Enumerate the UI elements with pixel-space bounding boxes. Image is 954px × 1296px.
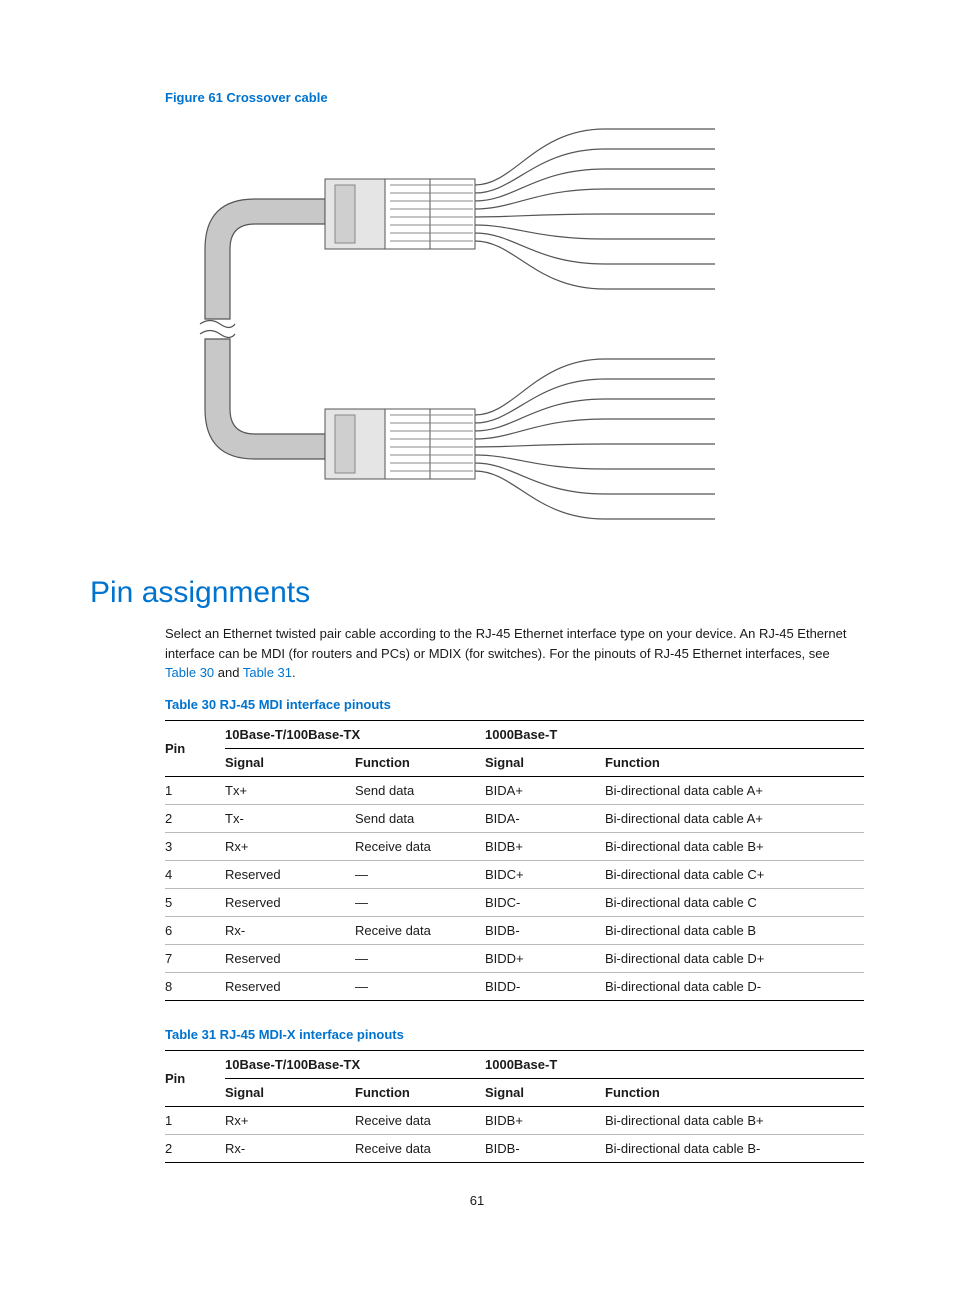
table-row: 2Tx-Send dataBIDA-Bi-directional data ca… xyxy=(165,804,864,832)
cell-sigB: BIDC+ xyxy=(485,860,605,888)
cell-funB: Bi-directional data cable A+ xyxy=(605,776,864,804)
page-number: 61 xyxy=(90,1193,864,1208)
cell-sigA: Reserved xyxy=(225,972,355,1000)
cell-sigA: Reserved xyxy=(225,944,355,972)
intro-paragraph: Select an Ethernet twisted pair cable ac… xyxy=(165,624,864,683)
cell-sigA: Tx- xyxy=(225,804,355,832)
table-row: 4Reserved—BIDC+Bi-directional data cable… xyxy=(165,860,864,888)
cell-funA: Send data xyxy=(355,776,485,804)
col-pin: Pin xyxy=(165,720,225,776)
col-pin: Pin xyxy=(165,1050,225,1106)
cell-sigA: Reserved xyxy=(225,860,355,888)
cell-pin: 4 xyxy=(165,860,225,888)
cell-funB: Bi-directional data cable D+ xyxy=(605,944,864,972)
col-signal-a: Signal xyxy=(225,1078,355,1106)
col-signal-b: Signal xyxy=(485,1078,605,1106)
cell-funA: — xyxy=(355,888,485,916)
cell-funB: Bi-directional data cable D- xyxy=(605,972,864,1000)
table-row: 1Tx+Send dataBIDA+Bi-directional data ca… xyxy=(165,776,864,804)
col-function-b: Function xyxy=(605,748,864,776)
paragraph-text: . xyxy=(292,665,296,680)
cell-funA: Send data xyxy=(355,804,485,832)
table-row: 7Reserved—BIDD+Bi-directional data cable… xyxy=(165,944,864,972)
cell-funB: Bi-directional data cable B+ xyxy=(605,1106,864,1134)
figure-crossover-cable xyxy=(185,119,864,542)
rj45-connector-top-icon xyxy=(325,179,475,249)
table-row: 1Rx+Receive dataBIDB+Bi-directional data… xyxy=(165,1106,864,1134)
cell-pin: 5 xyxy=(165,888,225,916)
cell-funB: Bi-directional data cable B xyxy=(605,916,864,944)
cell-funB: Bi-directional data cable B- xyxy=(605,1134,864,1162)
cell-sigA: Rx- xyxy=(225,1134,355,1162)
table-31-link[interactable]: Table 31 xyxy=(243,665,292,680)
cell-funA: — xyxy=(355,860,485,888)
table-31-caption: Table 31 RJ-45 MDI-X interface pinouts xyxy=(165,1027,864,1042)
cell-sigA: Reserved xyxy=(225,888,355,916)
cell-sigB: BIDD+ xyxy=(485,944,605,972)
table-row: 2Rx-Receive dataBIDB-Bi-directional data… xyxy=(165,1134,864,1162)
cell-sigB: BIDB- xyxy=(485,1134,605,1162)
col-group-a: 10Base-T/100Base-TX xyxy=(225,1050,485,1078)
cell-funB: Bi-directional data cable C+ xyxy=(605,860,864,888)
cell-sigB: BIDD- xyxy=(485,972,605,1000)
col-signal-b: Signal xyxy=(485,748,605,776)
cell-funA: Receive data xyxy=(355,832,485,860)
cell-pin: 8 xyxy=(165,972,225,1000)
crossover-cable-diagram xyxy=(185,119,745,539)
cell-pin: 7 xyxy=(165,944,225,972)
cell-sigA: Rx+ xyxy=(225,1106,355,1134)
cell-sigB: BIDB- xyxy=(485,916,605,944)
figure-caption: Figure 61 Crossover cable xyxy=(165,90,864,105)
cell-pin: 2 xyxy=(165,1134,225,1162)
cell-pin: 3 xyxy=(165,832,225,860)
rj45-connector-bottom-icon xyxy=(325,409,475,479)
table-30-link[interactable]: Table 30 xyxy=(165,665,214,680)
table-row: 6Rx-Receive dataBIDB-Bi-directional data… xyxy=(165,916,864,944)
cell-funB: Bi-directional data cable C xyxy=(605,888,864,916)
cell-sigA: Rx+ xyxy=(225,832,355,860)
cell-pin: 1 xyxy=(165,776,225,804)
cell-funB: Bi-directional data cable B+ xyxy=(605,832,864,860)
table-30-caption: Table 30 RJ-45 MDI interface pinouts xyxy=(165,697,864,712)
cell-sigB: BIDC- xyxy=(485,888,605,916)
cell-funA: Receive data xyxy=(355,1106,485,1134)
section-heading: Pin assignments xyxy=(90,576,864,610)
paragraph-text: and xyxy=(214,665,243,680)
table-31: Pin 10Base-T/100Base-TX 1000Base-T Signa… xyxy=(165,1050,864,1163)
col-function-a: Function xyxy=(355,1078,485,1106)
cell-sigB: BIDB+ xyxy=(485,832,605,860)
col-group-b: 1000Base-T xyxy=(485,1050,864,1078)
cell-sigB: BIDA- xyxy=(485,804,605,832)
col-group-a: 10Base-T/100Base-TX xyxy=(225,720,485,748)
table-row: 5Reserved—BIDC-Bi-directional data cable… xyxy=(165,888,864,916)
cell-funA: Receive data xyxy=(355,916,485,944)
table-row: 3Rx+Receive dataBIDB+Bi-directional data… xyxy=(165,832,864,860)
table-row: 8Reserved—BIDD-Bi-directional data cable… xyxy=(165,972,864,1000)
page: Figure 61 Crossover cable xyxy=(0,0,954,1238)
col-function-b: Function xyxy=(605,1078,864,1106)
table-30: Pin 10Base-T/100Base-TX 1000Base-T Signa… xyxy=(165,720,864,1001)
cell-funB: Bi-directional data cable A+ xyxy=(605,804,864,832)
col-function-a: Function xyxy=(355,748,485,776)
cell-sigB: BIDB+ xyxy=(485,1106,605,1134)
cell-pin: 1 xyxy=(165,1106,225,1134)
cell-pin: 2 xyxy=(165,804,225,832)
cell-funA: — xyxy=(355,944,485,972)
cell-funA: Receive data xyxy=(355,1134,485,1162)
col-group-b: 1000Base-T xyxy=(485,720,864,748)
cell-pin: 6 xyxy=(165,916,225,944)
cell-funA: — xyxy=(355,972,485,1000)
paragraph-text: Select an Ethernet twisted pair cable ac… xyxy=(165,626,846,661)
cell-sigA: Rx- xyxy=(225,916,355,944)
col-signal-a: Signal xyxy=(225,748,355,776)
cell-sigB: BIDA+ xyxy=(485,776,605,804)
cell-sigA: Tx+ xyxy=(225,776,355,804)
